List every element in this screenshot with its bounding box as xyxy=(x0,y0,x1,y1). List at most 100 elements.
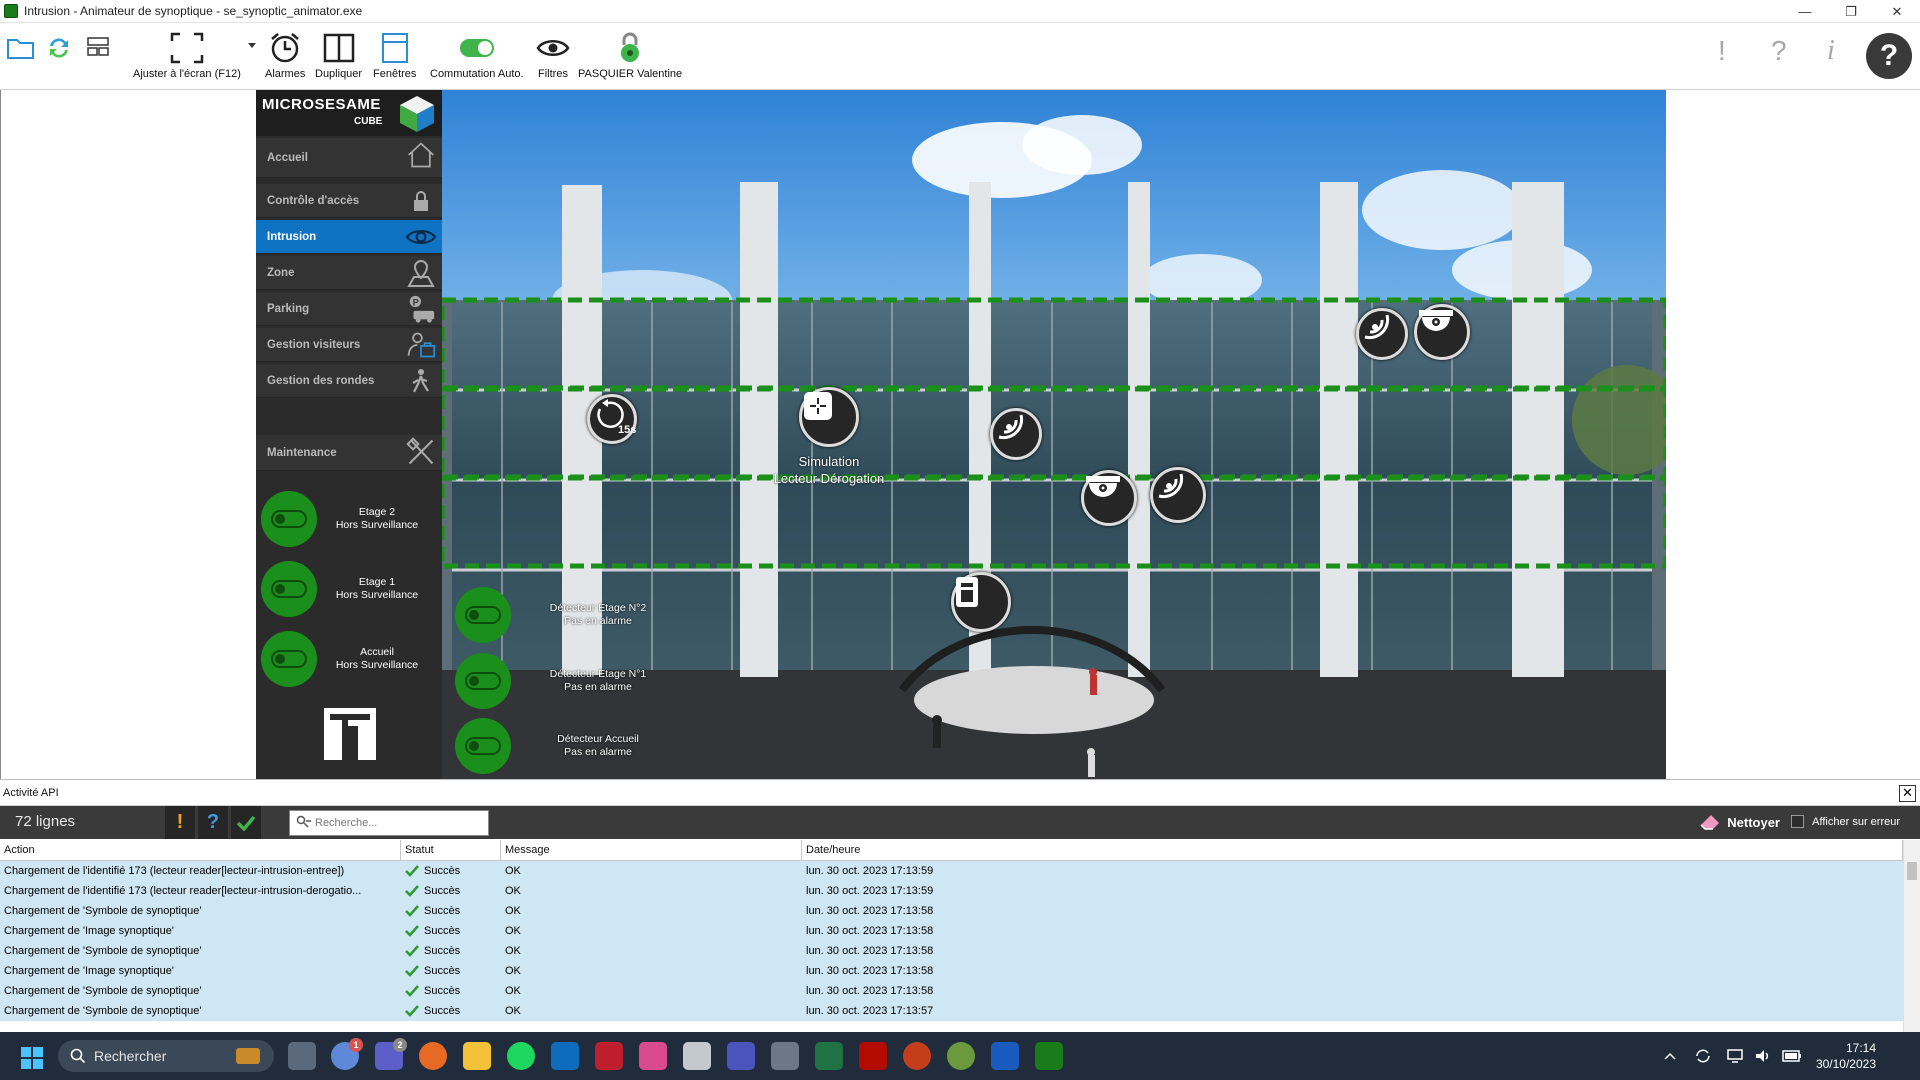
powerpoint-icon[interactable] xyxy=(903,1042,931,1070)
table-row[interactable]: Chargement de 'Symbole de synoptique' Su… xyxy=(0,1001,1903,1021)
refresh-icon xyxy=(45,29,73,67)
calculator-icon[interactable] xyxy=(771,1042,799,1070)
floor-etage-1-switch[interactable] xyxy=(261,561,317,617)
firefox-icon[interactable] xyxy=(419,1042,447,1070)
fit-screen-button[interactable]: Ajuster à l'écran (F12) xyxy=(133,29,241,85)
camera-symbol-floor2[interactable] xyxy=(1414,304,1470,360)
taskbar-clock[interactable]: 17:14 30/10/2023 xyxy=(1816,1040,1876,1072)
duplicate-label: Dupliquer xyxy=(315,68,363,80)
help-button[interactable]: ? xyxy=(1866,33,1912,79)
teams-chat-icon[interactable]: 2 xyxy=(375,1038,407,1070)
exemption-reader-symbol[interactable] xyxy=(799,387,859,447)
close-button[interactable]: ✕ xyxy=(1874,0,1920,23)
layout-button[interactable] xyxy=(86,29,112,85)
map-pin-icon xyxy=(406,259,436,287)
show-on-error-checkbox[interactable]: Afficher sur erreur xyxy=(1791,815,1900,828)
floor-state: Hors Surveillance xyxy=(335,659,419,671)
scrollbar-thumb[interactable] xyxy=(1907,862,1917,880)
acrobat-icon[interactable] xyxy=(859,1042,887,1070)
sidebar-item-access-control[interactable]: Contrôle d'accès xyxy=(256,184,442,218)
sidebar-item-maintenance[interactable]: Maintenance xyxy=(256,435,442,471)
alarms-button[interactable]: Alarmes xyxy=(265,29,305,85)
info-icon[interactable]: i xyxy=(1827,35,1835,67)
question-icon[interactable]: ? xyxy=(1771,35,1787,67)
detector-accueil-switch[interactable] xyxy=(455,718,511,774)
success-check-icon xyxy=(405,1005,419,1017)
windows-start-icon[interactable] xyxy=(20,1046,44,1070)
column-header-message[interactable]: Message xyxy=(501,840,802,860)
floor-accueil-switch[interactable] xyxy=(261,631,317,687)
table-row[interactable]: Chargement de l'identifié 173 (lecteur r… xyxy=(0,881,1903,901)
sync-icon[interactable] xyxy=(1694,1047,1712,1065)
column-header-status[interactable]: Statut xyxy=(401,840,501,860)
teams-icon[interactable] xyxy=(727,1042,755,1070)
sidebar-item-intrusion[interactable]: Intrusion xyxy=(256,220,442,254)
table-row[interactable]: Chargement de 'Image synoptique' Succès … xyxy=(0,961,1903,981)
detector-symbol-accueil[interactable] xyxy=(1150,467,1206,523)
sidebar-item-rounds[interactable]: Gestion des rondes xyxy=(256,364,442,398)
spotify-icon[interactable] xyxy=(507,1042,535,1070)
table-row[interactable]: Chargement de 'Image synoptique' Succès … xyxy=(0,921,1903,941)
sidebar-item-parking[interactable]: Parking P xyxy=(256,292,442,326)
sidebar-item-zone[interactable]: Zone xyxy=(256,256,442,290)
task-view-icon[interactable] xyxy=(288,1042,316,1070)
filezilla-icon[interactable] xyxy=(595,1042,623,1070)
table-row[interactable]: Chargement de 'Symbole de synoptique' Su… xyxy=(0,901,1903,921)
detector-symbol-floor2[interactable] xyxy=(1356,308,1408,360)
cell-action: Chargement de l'identifié 173 (lecteur r… xyxy=(4,865,345,877)
sidebar-item-label: Maintenance xyxy=(267,446,337,459)
clean-button[interactable]: Nettoyer xyxy=(1699,813,1780,831)
battery-icon[interactable] xyxy=(1782,1050,1802,1062)
main-area: MICROSESAME CUBE Accueil Contrôle d'accè… xyxy=(0,90,1920,779)
network-icon[interactable] xyxy=(1726,1048,1744,1064)
refresh-button[interactable] xyxy=(45,29,73,85)
table-row[interactable]: Chargement de l'identifié 173 (lecteur r… xyxy=(0,861,1903,881)
filter-warning-button[interactable]: ! xyxy=(165,806,195,839)
column-header-date[interactable]: Date/heure xyxy=(802,840,1903,860)
outlook-icon[interactable] xyxy=(551,1042,579,1070)
paint-icon[interactable] xyxy=(639,1042,667,1070)
api-panel-close-button[interactable]: ✕ xyxy=(1899,785,1916,802)
duplicate-button[interactable]: Dupliquer xyxy=(315,29,362,85)
detector-row-floor2: Détecteur Etage N°2 Pas en alarme xyxy=(455,585,685,645)
success-check-icon xyxy=(405,945,419,957)
api-search-input[interactable] xyxy=(289,810,489,836)
excel-icon[interactable] xyxy=(815,1042,843,1070)
table-row[interactable]: Chargement de 'Symbole de synoptique' Su… xyxy=(0,981,1903,1001)
column-header-action[interactable]: Action xyxy=(0,840,401,860)
checkbox-box[interactable] xyxy=(1791,815,1805,828)
filter-success-button[interactable] xyxy=(231,806,261,839)
filters-button[interactable]: Filtres xyxy=(536,29,570,85)
user-button[interactable]: PASQUIER Valentine xyxy=(578,29,682,85)
detector-floor2-switch[interactable] xyxy=(455,587,511,643)
synoptic-animator-icon[interactable] xyxy=(1035,1042,1063,1070)
microsesame-app-icon[interactable] xyxy=(947,1042,975,1070)
api-table-scrollbar[interactable] xyxy=(1903,840,1920,1032)
minimize-button[interactable]: — xyxy=(1782,0,1828,23)
taskbar-search-box[interactable]: Rechercher xyxy=(58,1040,274,1072)
word-icon[interactable] xyxy=(991,1042,1019,1070)
filter-question-button[interactable]: ? xyxy=(198,806,228,839)
file-explorer-icon[interactable] xyxy=(463,1042,491,1070)
windows-button[interactable]: Fenêtres xyxy=(373,29,416,85)
weather-app-icon[interactable]: 1 xyxy=(331,1038,363,1070)
cube-logo-icon xyxy=(400,96,434,132)
auto-switch-toggle[interactable]: Commutation Auto. xyxy=(430,29,524,85)
volume-icon[interactable] xyxy=(1754,1048,1772,1064)
maximize-button[interactable]: ❐ xyxy=(1828,0,1874,23)
camera-symbol-floor1[interactable] xyxy=(1081,470,1137,526)
timer-symbol[interactable]: 15s xyxy=(587,394,637,444)
detector-symbol-floor1[interactable] xyxy=(990,408,1042,460)
table-row[interactable]: Chargement de 'Symbole de synoptique' Su… xyxy=(0,941,1903,961)
exclamation-icon[interactable]: ! xyxy=(1718,35,1726,67)
detector-floor1-switch[interactable] xyxy=(455,653,511,709)
sidebar-item-accueil[interactable]: Accueil xyxy=(256,138,442,178)
search-icon xyxy=(70,1048,86,1064)
api-panel-title: Activité API xyxy=(3,786,59,799)
sidebar-item-visitors[interactable]: Gestion visiteurs xyxy=(256,328,442,362)
chevron-up-icon[interactable] xyxy=(1664,1052,1676,1060)
floor-etage-2-switch[interactable] xyxy=(261,491,317,547)
open-button[interactable] xyxy=(6,29,36,85)
snipping-tool-icon[interactable] xyxy=(683,1042,711,1070)
entry-reader-symbol[interactable] xyxy=(951,572,1011,632)
